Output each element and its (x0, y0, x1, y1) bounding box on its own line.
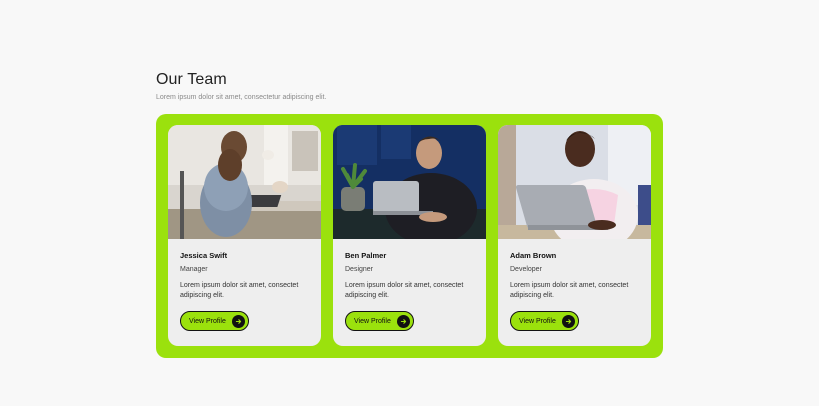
member-name: Adam Brown (510, 251, 557, 260)
view-profile-button[interactable]: View Profile (345, 311, 414, 331)
button-label: View Profile (354, 317, 391, 325)
member-role: Manager (180, 266, 208, 273)
member-role: Developer (510, 266, 542, 273)
member-role: Designer (345, 266, 374, 273)
member-description: Lorem ipsum dolor sit amet, consectet ad… (180, 282, 299, 299)
team-card: Jessica Swift Manager Lorem ipsum dolor … (168, 125, 321, 346)
member-photo (333, 125, 486, 239)
button-label: View Profile (519, 317, 556, 325)
member-description: Lorem ipsum dolor sit amet, consectet ad… (510, 282, 629, 299)
page-subtitle: Lorem ipsum dolor sit amet, consectetur … (156, 94, 327, 101)
team-header: Our Team Lorem ipsum dolor sit amet, con… (156, 70, 663, 103)
view-profile-button[interactable]: View Profile (510, 311, 579, 331)
view-profile-button[interactable]: View Profile (180, 311, 249, 331)
member-photo (168, 125, 321, 239)
member-description: Lorem ipsum dolor sit amet, consectet ad… (345, 282, 464, 299)
arrow-right-icon (396, 314, 410, 328)
member-name: Ben Palmer (345, 251, 387, 260)
member-name: Jessica Swift (180, 251, 228, 260)
team-cards-panel: Jessica Swift Manager Lorem ipsum dolor … (156, 114, 663, 358)
page-title: Our Team (156, 71, 227, 88)
arrow-right-icon (561, 314, 575, 328)
arrow-right-icon (231, 314, 245, 328)
button-label: View Profile (189, 317, 226, 325)
member-photo (498, 125, 651, 239)
team-card: Ben Palmer Designer Lorem ipsum dolor si… (333, 125, 486, 346)
team-card: Adam Brown Developer Lorem ipsum dolor s… (498, 125, 651, 346)
